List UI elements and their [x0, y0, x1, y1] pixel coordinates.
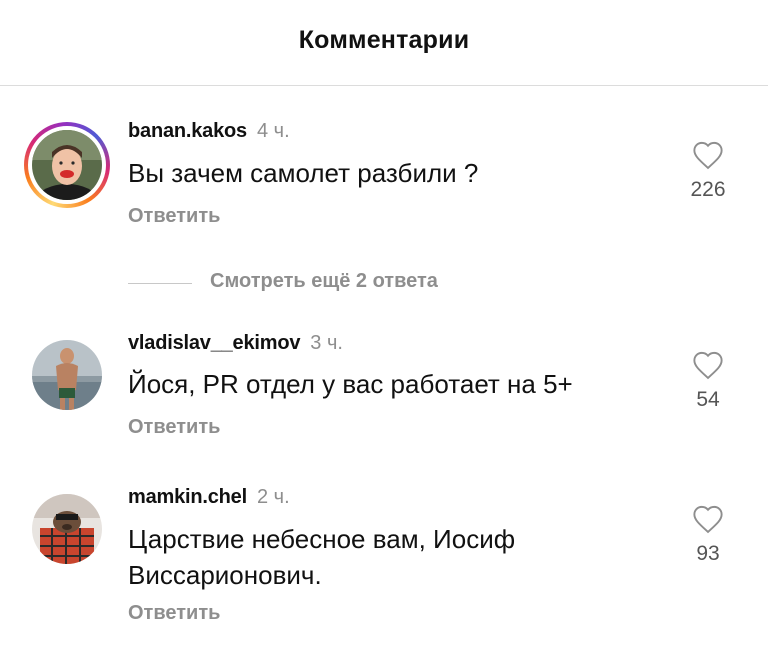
replies-divider [128, 283, 192, 284]
comment-text: Вы зачем самолет разбили ? [128, 158, 479, 188]
like-button[interactable]: 93 [676, 504, 740, 566]
reply-button[interactable]: Ответить [128, 416, 220, 439]
like-count: 93 [696, 542, 720, 565]
comment-time: 3 ч. [310, 332, 343, 354]
username-link[interactable]: mamkin.chel [128, 486, 247, 508]
view-more-replies-label[interactable]: Смотреть ещё 2 ответа [210, 270, 438, 293]
avatar-image [32, 340, 102, 410]
username-link[interactable]: vladislav__ekimov [128, 332, 300, 354]
like-count: 226 [690, 178, 726, 201]
avatar[interactable] [24, 336, 110, 422]
username-link[interactable]: banan.kakos [128, 120, 247, 142]
avatar[interactable] [24, 490, 110, 576]
page-title: Комментарии [298, 26, 470, 54]
comment-time: 4 ч. [256, 120, 290, 142]
heart-outline-icon[interactable] [691, 140, 725, 170]
heart-outline-icon[interactable] [691, 504, 725, 534]
comment-header: banan.kakos 4 ч. [128, 120, 290, 143]
comment-header: mamkin.chel 2 ч. [128, 486, 290, 509]
avatar-image [32, 130, 102, 200]
reply-button[interactable]: Ответить [128, 205, 220, 228]
avatar[interactable] [24, 122, 110, 208]
comment-time: 2 ч. [256, 486, 290, 508]
avatar-image [32, 494, 102, 564]
reply-button[interactable]: Ответить [128, 602, 220, 625]
comment-text: Йося, PR отдел у вас работает на 5+ [128, 369, 573, 399]
like-count: 54 [696, 388, 720, 411]
comment-header: vladislav__ekimov 3 ч. [128, 332, 343, 355]
comment-text: Царствие небесное вам, Иосиф Виссарионов… [128, 524, 516, 590]
like-button[interactable]: 54 [676, 350, 740, 412]
comments-header: Комментарии [0, 0, 768, 86]
like-button[interactable]: 226 [676, 140, 740, 202]
heart-outline-icon[interactable] [691, 350, 725, 380]
